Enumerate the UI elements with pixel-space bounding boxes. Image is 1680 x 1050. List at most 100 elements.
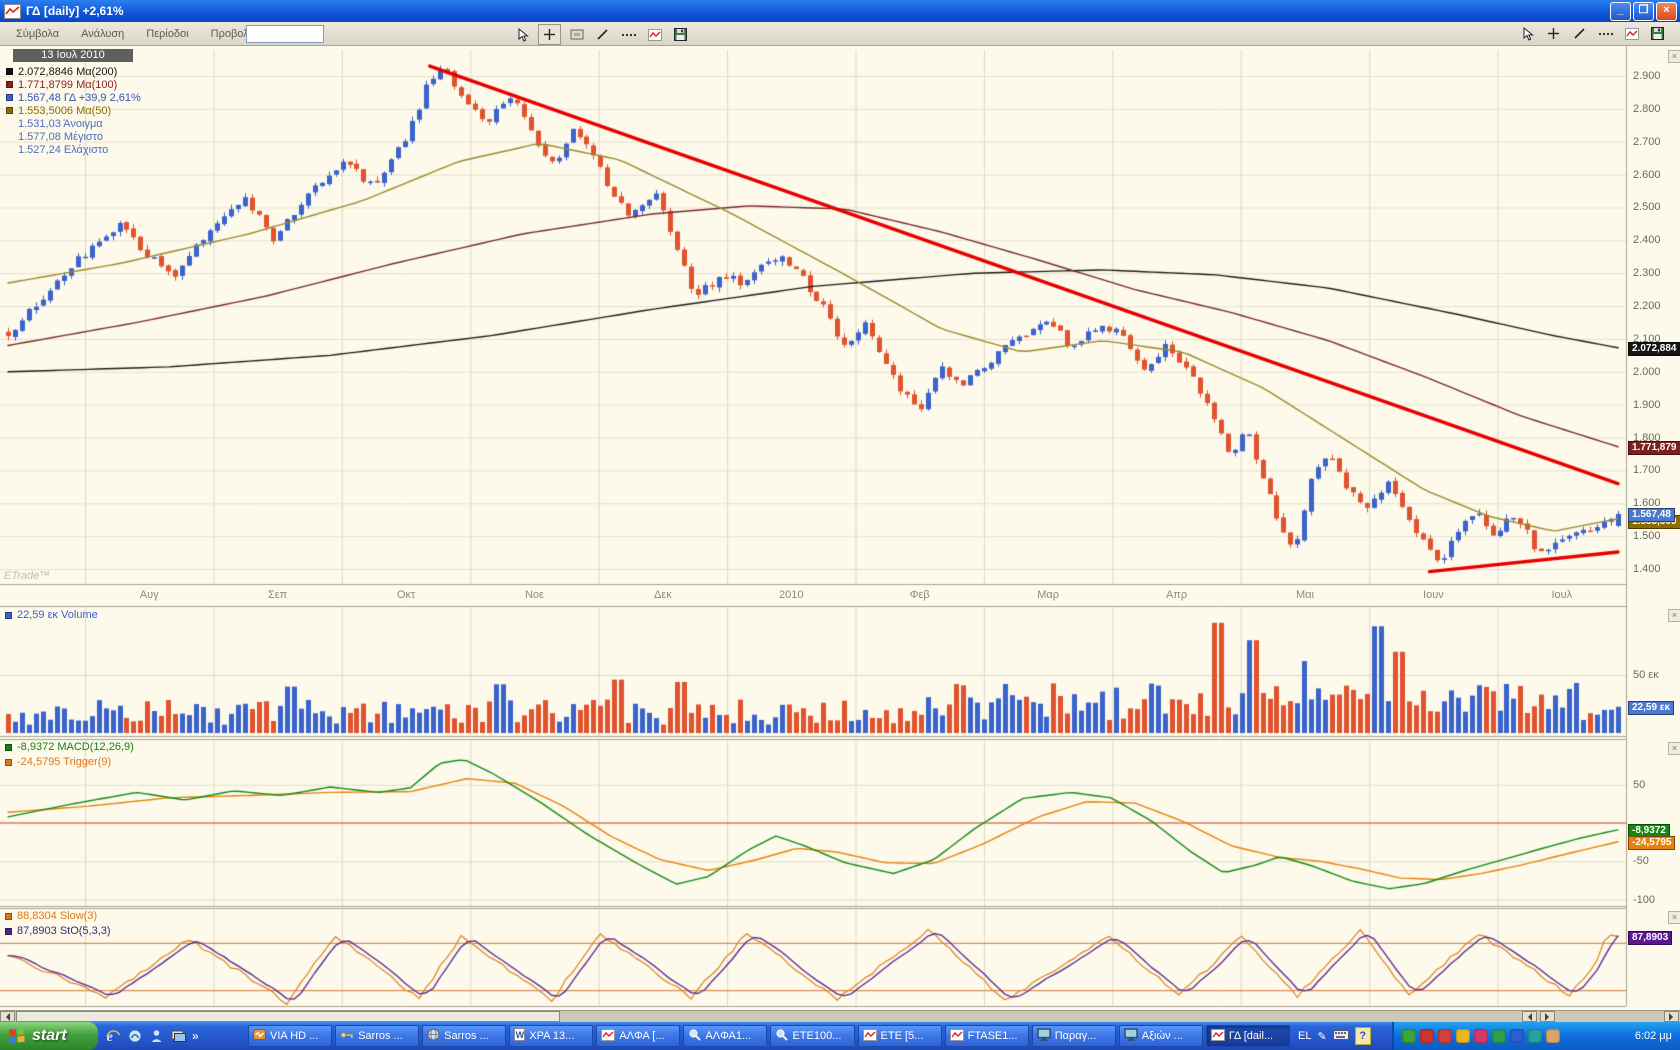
task-button-9[interactable]: Παραγ... (1032, 1025, 1116, 1047)
cursor-date-label: 13 Ιουλ 2010 (13, 49, 133, 62)
volume-legend-swatch (5, 612, 12, 619)
legend-text: 1.567,48 ΓΔ +39,9 2,61% (18, 92, 141, 104)
legend-row-3: 1.553,5006 Μα(50) (6, 104, 141, 117)
task-label: ΧΡΑ 13... (529, 1030, 574, 1042)
security-alert-icon[interactable] (1456, 1029, 1470, 1043)
msn-icon[interactable] (126, 1028, 143, 1045)
agent-red-icon[interactable] (1420, 1029, 1434, 1043)
price-tick-1.400: 1.400 (1633, 563, 1661, 575)
task-button-4[interactable]: ΑΛΦΑ [... (596, 1025, 680, 1047)
via-tray-icon[interactable] (1546, 1029, 1560, 1043)
pointer-tool[interactable] (1517, 24, 1538, 43)
network-icon[interactable] (1528, 1029, 1542, 1043)
dotted-line-tool[interactable] (1595, 24, 1616, 43)
x-label-Νοε: Νοε (525, 589, 544, 601)
dotted-line-tool[interactable] (618, 25, 639, 44)
word-doc-icon: W (514, 1028, 525, 1044)
price-tick-2.700: 2.700 (1633, 136, 1661, 148)
scrollbar-thumb[interactable] (16, 1011, 560, 1022)
macd-tick--100: -100 (1633, 894, 1655, 906)
task-button-7[interactable]: ΕΤΕ [5... (858, 1025, 942, 1047)
scroll-left-button[interactable] (0, 1011, 15, 1022)
trendline-tool[interactable] (1569, 24, 1590, 43)
trendline-tool[interactable] (592, 25, 613, 44)
language-bar: EL ✎ ? (1292, 1022, 1392, 1050)
x-label-Μαι: Μαι (1296, 589, 1314, 601)
task-button-0[interactable]: VIA HD ... (248, 1025, 332, 1047)
task-label: FTASE1... (968, 1030, 1018, 1042)
task-button-11[interactable]: ΓΔ [dail... (1206, 1025, 1290, 1047)
crosshair-tool[interactable] (538, 24, 561, 45)
pointer-tool[interactable] (512, 25, 533, 44)
task-button-3[interactable]: W ΧΡΑ 13... (509, 1025, 593, 1047)
menu-0[interactable]: Σύμβολα (6, 25, 69, 43)
save-tool[interactable] (670, 25, 691, 44)
quick-launch: e» (104, 1022, 199, 1050)
crosshair-tool[interactable] (1543, 24, 1564, 43)
quick-launch-overflow-chevron[interactable]: » (192, 1029, 199, 1043)
messenger-icon[interactable] (148, 1028, 165, 1045)
stochastic-legend-text: 87,8903 StO(5,3,3) (17, 925, 111, 937)
price-tick-1.900: 1.900 (1633, 399, 1661, 411)
x-label-Οκτ: Οκτ (397, 589, 415, 601)
stochastic-panel-close[interactable]: × (1668, 911, 1680, 924)
x-label-Δεκ: Δεκ (654, 589, 672, 601)
price-tick-1.500: 1.500 (1633, 530, 1661, 542)
x-label-Σεπ: Σεπ (268, 589, 287, 601)
keyboard-icon[interactable] (1333, 1029, 1349, 1044)
chart-type-tool[interactable] (644, 25, 665, 44)
price-tick-1.700: 1.700 (1633, 464, 1661, 476)
magnifier-icon (688, 1028, 701, 1044)
volume-panel-close[interactable]: × (1668, 609, 1680, 622)
price-tick-2.200: 2.200 (1633, 300, 1661, 312)
legend-text: 1.553,5006 Μα(50) (18, 105, 111, 117)
bluetooth-icon[interactable] (1510, 1029, 1524, 1043)
volume-tag: 22,59 εκ (1628, 701, 1674, 715)
chart-type-tool[interactable] (1621, 24, 1642, 43)
minimize-button[interactable]: _ (1610, 2, 1631, 21)
volume-axis-tick: 50 εκ (1633, 669, 1659, 681)
price-tag-3: 1.567,48 (1628, 508, 1675, 522)
task-button-8[interactable]: FTASE1... (945, 1025, 1029, 1047)
menu-1[interactable]: Ανάλυση (71, 25, 134, 43)
save-tool[interactable] (1647, 24, 1668, 43)
chart-icon (950, 1029, 964, 1044)
task-button-2[interactable]: Sarros ... (422, 1025, 506, 1047)
horizontal-scrollbar[interactable] (0, 1010, 1680, 1022)
close-button[interactable]: × (1656, 2, 1677, 21)
price-panel-close[interactable]: × (1668, 50, 1680, 63)
price-chart-canvas[interactable] (0, 46, 1680, 1010)
windows-flag-icon (8, 1027, 26, 1045)
start-button[interactable]: start (0, 1022, 98, 1050)
help-icon[interactable]: ? (1355, 1027, 1371, 1045)
show-desktop-icon[interactable] (170, 1028, 187, 1045)
region-tool[interactable] (566, 25, 587, 44)
price-tick-2.800: 2.800 (1633, 103, 1661, 115)
update-red-icon[interactable] (1438, 1029, 1452, 1043)
menu-2[interactable]: Περίοδοι (136, 25, 198, 43)
camera-icon[interactable] (1492, 1029, 1506, 1043)
x-label-Ιουν: Ιουν (1423, 589, 1444, 601)
symbol-input[interactable] (246, 25, 324, 43)
task-button-5[interactable]: ΑΛΦΑ1... (683, 1025, 767, 1047)
price-tick-2.300: 2.300 (1633, 267, 1661, 279)
language-indicator[interactable]: EL (1298, 1030, 1311, 1042)
scroll-right-button[interactable] (1664, 1011, 1679, 1022)
monitor-icon (1037, 1028, 1051, 1044)
legend-text: 1.527,24 Ελάχιστο (18, 144, 108, 156)
task-button-6[interactable]: ΕΤΕ100... (770, 1025, 854, 1047)
messenger-heart-icon[interactable] (1474, 1029, 1488, 1043)
chart-watermark: ETrade™ (4, 570, 50, 582)
scroll-page-right-button[interactable] (1540, 1011, 1555, 1022)
macd-legend: -8,9372 MACD(12,26,9) (5, 741, 134, 753)
pen-input-icon[interactable]: ✎ (1317, 1030, 1326, 1043)
scroll-page-left-button[interactable] (1522, 1011, 1537, 1022)
task-button-10[interactable]: Αξιών ... (1119, 1025, 1203, 1047)
antivirus-shield-icon[interactable] (1402, 1029, 1416, 1043)
internet-explorer-icon[interactable]: e (104, 1028, 121, 1045)
task-label: ΕΤΕ100... (792, 1030, 841, 1042)
macd-panel-close[interactable]: × (1668, 742, 1680, 755)
restore-button[interactable]: ❐ (1633, 2, 1654, 21)
task-buttons: VIA HD ...Sarros ...Sarros ...WΧΡΑ 13...… (248, 1025, 1290, 1047)
task-button-1[interactable]: Sarros ... (335, 1025, 419, 1047)
